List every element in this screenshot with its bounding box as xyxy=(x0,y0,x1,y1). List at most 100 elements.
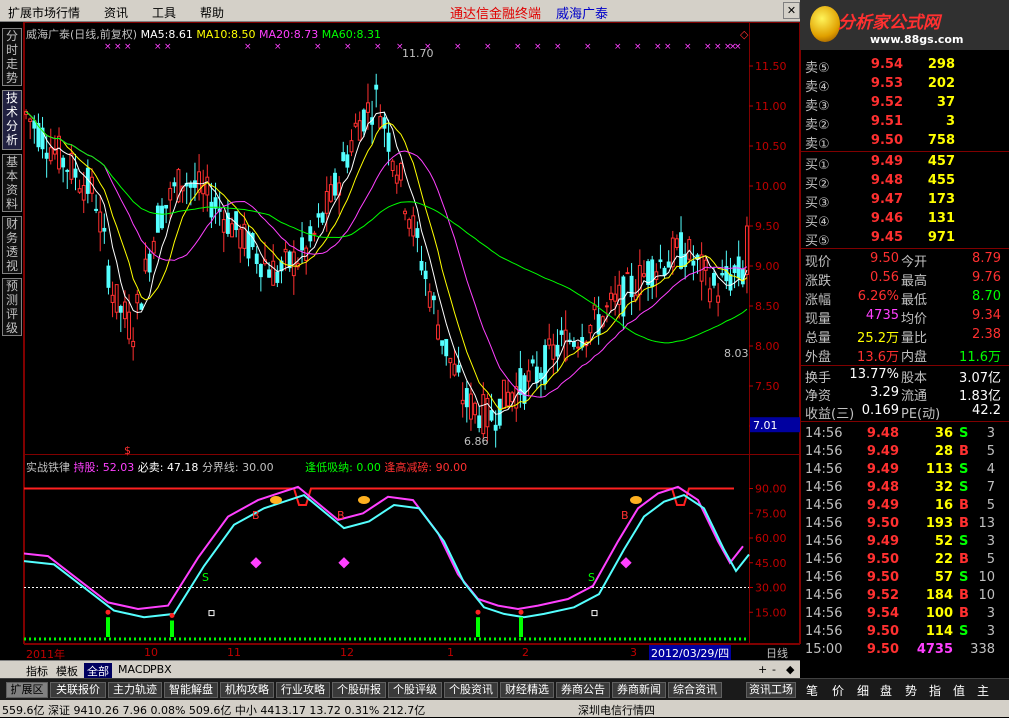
tab-fundamentals[interactable]: 基本资料 xyxy=(2,154,22,212)
signal-x-marker: × xyxy=(124,42,132,52)
menu-tools[interactable]: 工具 xyxy=(152,4,176,21)
bid-price: 9.48 xyxy=(870,173,903,188)
tick-count: 4 xyxy=(986,462,995,477)
bid-volume: 971 xyxy=(927,230,955,245)
func-button-9[interactable]: 财经精选 xyxy=(500,682,554,698)
func-button-8[interactable]: 个股资讯 xyxy=(444,682,498,698)
func-button-5[interactable]: 行业攻略 xyxy=(276,682,330,698)
tab-finance[interactable]: 财务透视 xyxy=(2,216,22,274)
tab-technical[interactable]: 技术分析 xyxy=(2,90,22,150)
stat-row: 现量 4735 均价 9.34 xyxy=(805,307,1005,327)
bottom-tab-strip: 指标 模板 全部 MACD PBX + - ◆ xyxy=(0,660,800,679)
bid-volume: 131 xyxy=(927,211,955,226)
right-tab-5[interactable]: 指 xyxy=(929,682,941,699)
zoom-in-button[interactable]: + xyxy=(758,663,767,676)
signal-x-marker: × xyxy=(154,42,162,52)
tick-side: S xyxy=(959,624,969,639)
signal-dot xyxy=(475,609,481,615)
square-signal xyxy=(208,610,215,617)
chart-area[interactable]: 11.50 11.00 10.50 10.00 9.50 9.00 8.50 8.00 7.50… xyxy=(24,22,800,644)
tab-indicator[interactable]: 指标 xyxy=(26,663,48,679)
menu-news[interactable]: 资讯 xyxy=(104,4,128,21)
stat-label: 涨幅 xyxy=(805,293,832,308)
signal-x-marker: × xyxy=(734,42,742,52)
func-button-2[interactable]: 主力轨迹 xyxy=(108,682,162,698)
func-button-7[interactable]: 个股评级 xyxy=(388,682,442,698)
func-button-13[interactable]: 资讯工场 xyxy=(746,682,796,698)
bid-volume: 173 xyxy=(927,192,955,207)
period-label[interactable]: 日线 xyxy=(766,645,788,661)
chart-frame xyxy=(24,22,800,644)
func-button-6[interactable]: 个股研报 xyxy=(332,682,386,698)
candle-body xyxy=(679,232,683,269)
ad-stock-name[interactable]: 威海广泰 xyxy=(556,3,608,22)
candle-body xyxy=(345,154,350,168)
signal-x-marker: × xyxy=(654,42,662,52)
zoom-out-button[interactable]: - xyxy=(772,663,776,676)
tick-side: B xyxy=(959,552,969,567)
menu-help[interactable]: 帮助 xyxy=(200,4,224,21)
hold-curve xyxy=(24,485,744,611)
tab-intraday[interactable]: 分时走势 xyxy=(2,28,22,86)
func-button-4[interactable]: 机构攻略 xyxy=(220,682,274,698)
candle-body xyxy=(353,122,358,127)
y-tick-label: 7.50 xyxy=(755,380,780,393)
mode-button[interactable]: ◆ xyxy=(786,663,794,676)
signal-bar xyxy=(519,617,523,637)
right-tab-6[interactable]: 值 xyxy=(953,682,965,699)
tab-template[interactable]: 模板 xyxy=(56,663,78,679)
price-tag-label: 7.01 xyxy=(753,419,778,432)
menu-extended-market[interactable]: 扩展市场行情 xyxy=(8,4,80,21)
tick-side: S xyxy=(959,534,969,549)
right-tab-4[interactable]: 势 xyxy=(905,682,917,699)
ma10-value: 8.50 xyxy=(231,28,256,41)
candle-body xyxy=(110,294,115,303)
indicator-header: 实战铁律 持股: 52.03 必卖: 47.18 分界线: 30.00 逢低吸纳… xyxy=(26,459,467,475)
close-icon[interactable]: ✕ xyxy=(783,2,800,19)
ask-row: 卖② 9.51 3 xyxy=(805,113,1005,133)
tick-time: 14:56 xyxy=(805,462,843,477)
func-button-11[interactable]: 券商新闻 xyxy=(612,682,666,698)
candle-body xyxy=(444,339,449,357)
bid-row: 买④ 9.46 131 xyxy=(805,210,1005,230)
candle-body xyxy=(390,160,395,171)
tick-volume: 114 xyxy=(925,624,953,639)
tab-pbx[interactable]: PBX xyxy=(150,663,172,676)
tick-count: 338 xyxy=(970,642,995,657)
tick-row: 14:56 9.49 52 S 3 xyxy=(805,533,1005,551)
func-button-1[interactable]: 关联报价 xyxy=(50,682,106,698)
date-label-3: 3 xyxy=(630,646,637,659)
func-button-0[interactable]: 扩展区 xyxy=(6,682,48,698)
chart-svg[interactable]: 11.50 11.00 10.50 10.00 9.50 9.00 8.50 8.00 7.50… xyxy=(24,22,800,644)
ma10-label: MA10:8.50 xyxy=(196,28,255,41)
right-tab-2[interactable]: 细 xyxy=(857,682,869,699)
diamond-signal xyxy=(338,557,350,569)
ask-row: 卖③ 9.52 37 xyxy=(805,94,1005,114)
candle-body xyxy=(440,340,445,346)
stat-label: 外盘 xyxy=(805,350,832,365)
tick-side: B xyxy=(959,588,969,603)
tab-macd[interactable]: MACD xyxy=(118,663,151,676)
func-button-3[interactable]: 智能解盘 xyxy=(164,682,218,698)
function-bar: 扩展区 关联报价 主力轨迹 智能解盘 机构攻略 行业攻略 个股研报 个股评级 个股资讯 财经精选券… xyxy=(0,678,1009,700)
tab-all[interactable]: 全部 xyxy=(84,663,112,679)
tab-intraday-label: 分时走势 xyxy=(5,29,18,85)
date-label-1: 1 xyxy=(447,646,454,659)
tick-row: 14:56 9.50 22 B 5 xyxy=(805,551,1005,569)
status-bar: 559.6亿 深证 9410.26 7.96 0.08% 509.6亿 中小 4… xyxy=(0,700,1009,717)
candle-body xyxy=(666,261,671,268)
candle-body xyxy=(559,330,564,335)
tick-count: 7 xyxy=(986,480,995,495)
ad-terminal-name[interactable]: 通达信金融终端 xyxy=(450,3,541,22)
func-button-10[interactable]: 券商公告 xyxy=(556,682,610,698)
right-tab-1[interactable]: 价 xyxy=(832,682,844,699)
tab-fundamentals-label: 基本资料 xyxy=(5,155,18,211)
candle-body xyxy=(135,293,140,304)
func-button-12[interactable]: 综合资讯 xyxy=(668,682,722,698)
tab-forecast[interactable]: 预测评级 xyxy=(2,278,22,336)
candle-body xyxy=(419,260,424,271)
right-tab-7[interactable]: 主 xyxy=(977,682,989,699)
tick-row: 14:56 9.54 100 B 3 xyxy=(805,605,1005,623)
right-tab-3[interactable]: 盘 xyxy=(880,682,892,699)
right-tab-0[interactable]: 笔 xyxy=(806,682,818,699)
